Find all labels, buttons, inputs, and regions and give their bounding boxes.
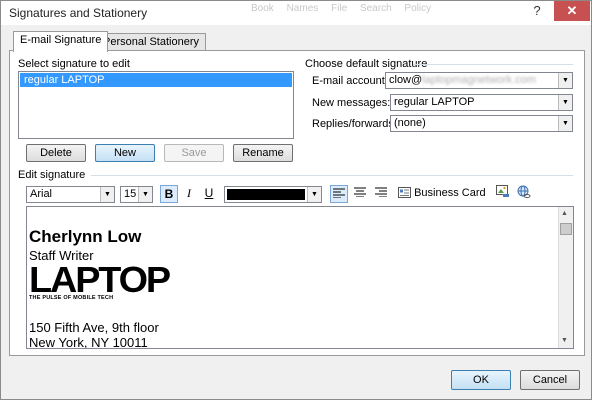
hyperlink-icon (517, 185, 531, 198)
background-ribbon-ghost: Book Names File Search Policy (251, 3, 441, 14)
tab-label: Personal Stationery (103, 36, 199, 48)
chevron-down-icon: ▼ (100, 187, 114, 202)
font-value: Arial (30, 188, 53, 200)
underline-button[interactable]: U (202, 185, 216, 203)
replies-forwards-label: Replies/forwards: (312, 118, 397, 130)
replies-forwards-value: (none) (394, 117, 426, 129)
chevron-down-icon: ▼ (558, 95, 572, 110)
email-account-select[interactable]: clow@laptopmagnetwork.com ▼ (385, 72, 573, 89)
help-button[interactable]: ? (522, 1, 552, 21)
rename-button[interactable]: Rename (233, 144, 293, 162)
ghost-menu-item: Search (359, 3, 392, 14)
insert-hyperlink-button[interactable] (516, 185, 532, 203)
font-size-value: 15 (124, 188, 137, 200)
italic-button[interactable]: I (182, 185, 196, 203)
align-left-icon (333, 188, 345, 199)
scroll-down-icon[interactable]: ▼ (561, 337, 568, 344)
default-signature-label: Choose default signature (305, 58, 428, 70)
chevron-down-icon: ▼ (138, 187, 152, 202)
font-color-select[interactable]: ▼ (224, 186, 322, 203)
email-account-prefix: clow@ (389, 74, 423, 86)
title-bar: Signatures and Stationery Book Names Fil… (1, 1, 591, 25)
business-card-button[interactable]: Business Card (398, 185, 486, 203)
window-title: Signatures and Stationery (9, 6, 148, 20)
new-messages-label: New messages: (312, 97, 391, 109)
group-divider (91, 175, 573, 176)
ok-button[interactable]: OK (451, 370, 511, 390)
scroll-up-icon[interactable]: ▲ (561, 210, 568, 217)
close-button[interactable]: ✕ (554, 1, 590, 21)
editor-scrollbar[interactable]: ▲ ▼ (558, 207, 573, 348)
color-swatch (227, 189, 305, 200)
align-center-button[interactable] (352, 185, 368, 203)
scroll-thumb[interactable] (560, 223, 572, 235)
cancel-button[interactable]: Cancel (520, 370, 580, 390)
ghost-menu-item: Policy (404, 3, 432, 14)
email-account-label: E-mail account: (312, 75, 388, 87)
align-center-icon (354, 187, 366, 198)
business-card-icon (398, 187, 411, 198)
font-size-select[interactable]: 15 ▼ (120, 186, 153, 203)
font-select[interactable]: Arial ▼ (26, 186, 115, 203)
replies-forwards-select[interactable]: (none) ▼ (390, 115, 573, 132)
save-button[interactable]: Save (164, 144, 224, 162)
delete-button[interactable]: Delete (26, 144, 86, 162)
chevron-down-icon: ▼ (558, 73, 572, 88)
new-messages-select[interactable]: regular LAPTOP ▼ (390, 94, 573, 111)
tab-email-signature[interactable]: E-mail Signature (13, 31, 109, 52)
new-messages-value: regular LAPTOP (394, 96, 475, 108)
edit-signature-label: Edit signature (18, 169, 86, 181)
signature-name: Cherlynn Low (29, 227, 142, 246)
picture-icon (496, 185, 509, 197)
email-account-domain: laptopmagnetwork.com (422, 74, 536, 86)
tab-label: E-mail Signature (20, 34, 102, 46)
bold-button[interactable]: B (160, 185, 178, 203)
new-button[interactable]: New (95, 144, 155, 162)
ghost-menu-item: File (331, 3, 348, 14)
chevron-down-icon: ▼ (558, 116, 572, 131)
signature-address-line: 150 Fifth Ave, 9th floor (29, 320, 159, 335)
tab-personal-stationery[interactable]: Personal Stationery (96, 33, 206, 51)
align-right-icon (375, 187, 387, 198)
signature-address-line: New York, NY 10011 (29, 335, 148, 349)
chevron-down-icon: ▼ (307, 187, 321, 202)
select-signature-label: Select signature to edit (18, 58, 130, 70)
list-item[interactable]: regular LAPTOP (20, 73, 292, 87)
group-divider (413, 64, 573, 65)
align-left-button[interactable] (330, 185, 348, 203)
align-right-button[interactable] (373, 185, 389, 203)
ghost-menu-item: Names (286, 3, 319, 14)
signature-listbox[interactable]: regular LAPTOP (18, 71, 294, 139)
business-card-label: Business Card (414, 187, 486, 199)
ghost-menu-item: Book (251, 3, 274, 14)
logo-wordmark: LAPTOP (29, 259, 171, 300)
signatures-dialog: Signatures and Stationery Book Names Fil… (0, 0, 592, 400)
signature-editor[interactable]: Cherlynn Low Staff Writer LAPTOP THE PUL… (26, 206, 574, 349)
insert-picture-button[interactable] (495, 185, 511, 203)
laptop-logo: LAPTOP THE PULSE OF MOBILE TECH (29, 262, 171, 305)
